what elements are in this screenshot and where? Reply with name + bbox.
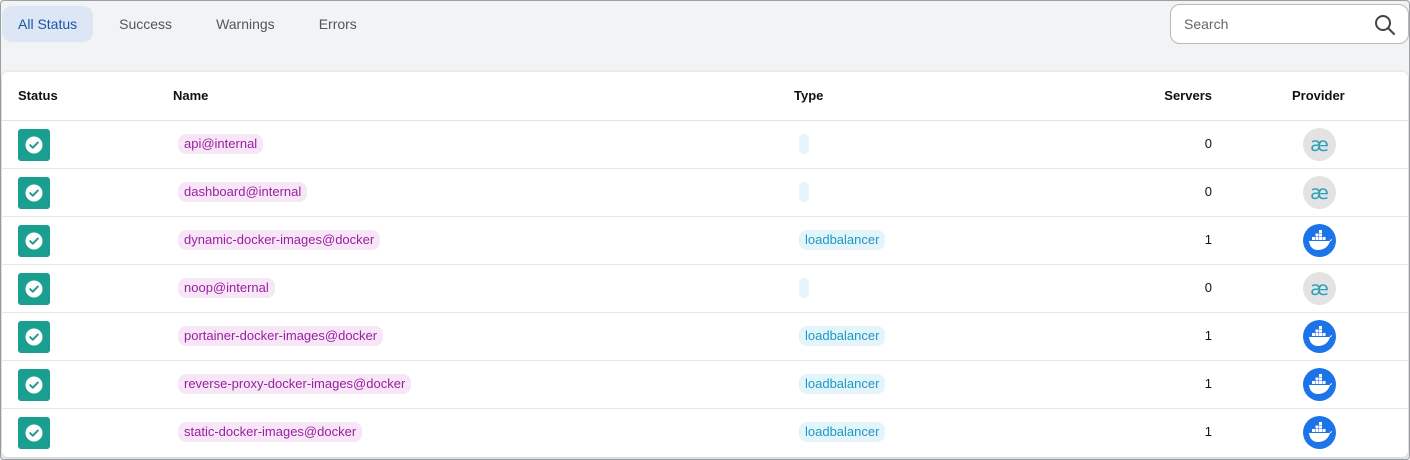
header-servers[interactable]: Servers: [1102, 72, 1212, 120]
servers-count: 0: [1204, 136, 1212, 151]
servers-count: 0: [1204, 184, 1212, 199]
check-circle-icon: [25, 376, 43, 394]
servers-count: 0: [1204, 280, 1212, 295]
service-name-chip: noop@internal: [178, 278, 275, 298]
service-type-chip: loadbalancer: [799, 422, 886, 442]
service-type-chip: [799, 278, 809, 298]
header-status[interactable]: Status: [18, 72, 58, 120]
table-row[interactable]: reverse-proxy-docker-images@docker loadba…: [2, 360, 1408, 409]
check-circle-icon: [25, 184, 43, 202]
check-circle-icon: [25, 280, 43, 298]
docker-whale-icon: [1309, 374, 1332, 394]
header-name[interactable]: Name: [173, 72, 208, 120]
search-icon[interactable]: [1374, 14, 1396, 36]
svg-text:æ: æ: [1310, 278, 1329, 300]
servers-count: 1: [1204, 232, 1212, 247]
tab-errors[interactable]: Errors: [297, 6, 379, 42]
check-circle-icon: [25, 136, 43, 154]
servers-count: 1: [1204, 376, 1212, 391]
internal-provider-icon: æ: [1303, 128, 1336, 161]
status-indicator: [18, 321, 50, 353]
table-row[interactable]: portainer-docker-images@docker loadbalanc…: [2, 312, 1408, 361]
docker-whale-icon: [1309, 422, 1332, 442]
svg-text:æ: æ: [1310, 134, 1329, 156]
check-circle-icon: [25, 232, 43, 250]
service-name-chip: dashboard@internal: [178, 182, 308, 202]
table-header: Status Name Type Servers Provider: [2, 72, 1408, 121]
tab-success[interactable]: Success: [93, 6, 194, 42]
search-input[interactable]: [1182, 15, 1376, 33]
service-name-chip: api@internal: [178, 134, 264, 154]
docker-provider-icon: [1303, 224, 1336, 257]
servers-count: 1: [1204, 424, 1212, 439]
svg-text:æ: æ: [1310, 182, 1329, 204]
status-indicator: [18, 177, 50, 209]
docker-provider-icon: [1303, 320, 1336, 353]
docker-provider-icon: [1303, 416, 1336, 449]
check-circle-icon: [25, 328, 43, 346]
table-row[interactable]: static-docker-images@docker loadbalancer 1: [2, 408, 1408, 456]
table-row[interactable]: dynamic-docker-images@docker loadbalancer…: [2, 216, 1408, 265]
table-row[interactable]: noop@internal 0 æ: [2, 264, 1408, 313]
status-indicator: [18, 369, 50, 401]
status-indicator: [18, 129, 50, 161]
docker-provider-icon: [1303, 368, 1336, 401]
ae-ligature-icon: æ: [1310, 182, 1329, 204]
app-window: All Status Success Warnings Errors Statu…: [0, 0, 1410, 460]
ae-ligature-icon: æ: [1310, 134, 1329, 156]
search-box: [1170, 4, 1409, 44]
service-type-chip: [799, 134, 809, 154]
header-type[interactable]: Type: [794, 72, 823, 120]
status-filter-tabs: All Status Success Warnings Errors: [2, 6, 379, 42]
tab-warnings[interactable]: Warnings: [194, 6, 297, 42]
header-provider[interactable]: Provider: [1292, 72, 1345, 120]
docker-whale-icon: [1309, 326, 1332, 346]
status-indicator: [18, 225, 50, 257]
service-type-chip: loadbalancer: [799, 374, 886, 394]
internal-provider-icon: æ: [1303, 272, 1336, 305]
check-circle-icon: [25, 424, 43, 442]
service-name-chip: reverse-proxy-docker-images@docker: [178, 374, 412, 394]
service-name-chip: static-docker-images@docker: [178, 422, 363, 442]
service-type-chip: loadbalancer: [799, 230, 886, 250]
docker-whale-icon: [1309, 230, 1332, 250]
status-indicator: [18, 417, 50, 449]
servers-count: 1: [1204, 328, 1212, 343]
service-type-chip: [799, 182, 809, 202]
service-name-chip: portainer-docker-images@docker: [178, 326, 384, 346]
status-indicator: [18, 273, 50, 305]
services-table: Status Name Type Servers Provider api@in…: [2, 72, 1408, 457]
table-row[interactable]: dashboard@internal 0 æ: [2, 168, 1408, 217]
table-row[interactable]: api@internal 0 æ: [2, 120, 1408, 169]
service-type-chip: loadbalancer: [799, 326, 886, 346]
ae-ligature-icon: æ: [1310, 278, 1329, 300]
internal-provider-icon: æ: [1303, 176, 1336, 209]
tab-all-status[interactable]: All Status: [2, 6, 94, 42]
service-name-chip: dynamic-docker-images@docker: [178, 230, 381, 250]
